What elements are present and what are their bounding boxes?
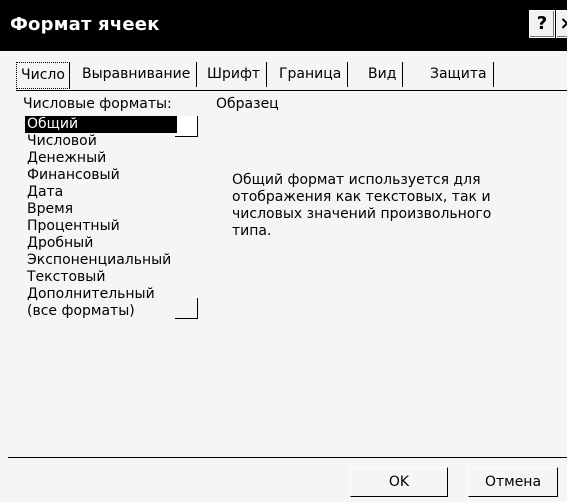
window-title: Формат ячеек [10, 14, 160, 35]
tab-protection[interactable]: Защита [424, 62, 494, 87]
tab-divider [16, 90, 567, 91]
list-item[interactable]: Денежный [25, 150, 200, 167]
list-item[interactable]: Общий [25, 116, 177, 133]
ok-button[interactable]: OK [350, 467, 448, 497]
format-description: Общий формат используется для отображени… [232, 172, 492, 239]
list-item[interactable]: Процентный [25, 218, 200, 235]
close-button[interactable]: × [556, 10, 567, 38]
cancel-button[interactable]: Отмена [468, 467, 558, 497]
help-button[interactable]: ? [529, 10, 555, 38]
tab-border[interactable]: Граница [273, 62, 349, 87]
list-item[interactable]: Текстовый [25, 269, 200, 286]
list-item[interactable]: Время [25, 201, 200, 218]
list-item[interactable]: Числовой [25, 133, 200, 150]
list-item[interactable]: Дробный [25, 235, 200, 252]
tab-view[interactable]: Вид [362, 62, 404, 87]
bottom-divider [8, 457, 567, 458]
number-formats-label: Числовые форматы: [23, 96, 172, 112]
list-item[interactable]: (все форматы) [25, 303, 200, 320]
sample-label: Образец [216, 96, 279, 112]
tab-alignment[interactable]: Выравнивание [76, 62, 198, 87]
title-bar: Формат ячеек ? × [0, 0, 567, 51]
tab-font[interactable]: Шрифт [201, 62, 268, 87]
list-item[interactable]: Дата [25, 184, 200, 201]
list-item[interactable]: Финансовый [25, 167, 200, 184]
list-bottom-corner [175, 298, 198, 319]
number-formats-list[interactable]: Общий Числовой Денежный Финансовый Дата … [25, 116, 200, 320]
list-item[interactable]: Экспоненциальный [25, 252, 200, 269]
tab-number[interactable]: Число [16, 62, 70, 89]
format-cells-dialog: Формат ячеек ? × Число Выравнивание Шриф… [0, 0, 567, 502]
list-item[interactable]: Дополнительный [25, 286, 200, 303]
